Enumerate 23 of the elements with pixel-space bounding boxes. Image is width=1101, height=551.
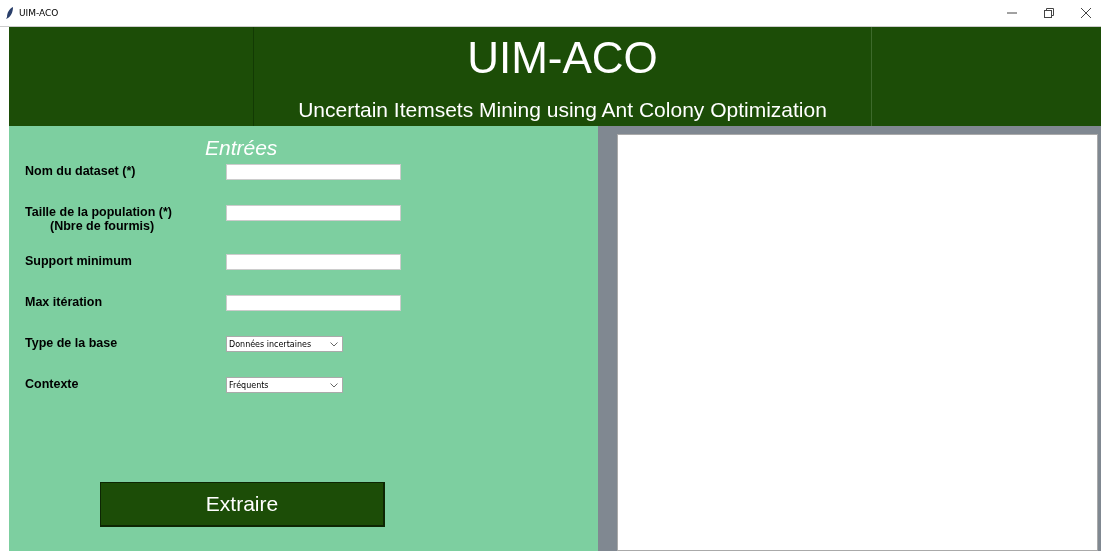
extract-button[interactable]: Extraire [100,482,385,527]
field-label-note: (Nbre de fourmis) [49,219,156,233]
field-label: Nom du dataset (*) [25,164,137,178]
input-field[interactable] [226,205,401,221]
feather-icon [6,7,14,19]
app-title: UIM-ACO [467,33,658,83]
restore-icon[interactable] [1044,8,1054,18]
chevron-icon [330,382,338,388]
dropdown[interactable]: Données incertaines [226,336,343,352]
field-label: Taille de la population (*) [25,205,173,219]
window-title: UIM-ACO [19,8,59,18]
field-label: Max itération [25,295,104,309]
close-icon[interactable] [1081,8,1091,18]
field-label: Support minimum [25,254,133,268]
app-subtitle: Uncertain Itemsets Mining using Ant Colony Optimization [298,98,827,122]
chevron-icon [330,341,338,347]
input-field[interactable] [226,164,401,180]
input-field[interactable] [226,254,401,270]
field-label: Type de la base [25,336,119,350]
input-field[interactable] [226,295,401,311]
dropdown[interactable]: Fréquents [226,377,343,393]
field-label: Contexte [25,377,80,391]
section-heading: Entrées [205,136,279,160]
